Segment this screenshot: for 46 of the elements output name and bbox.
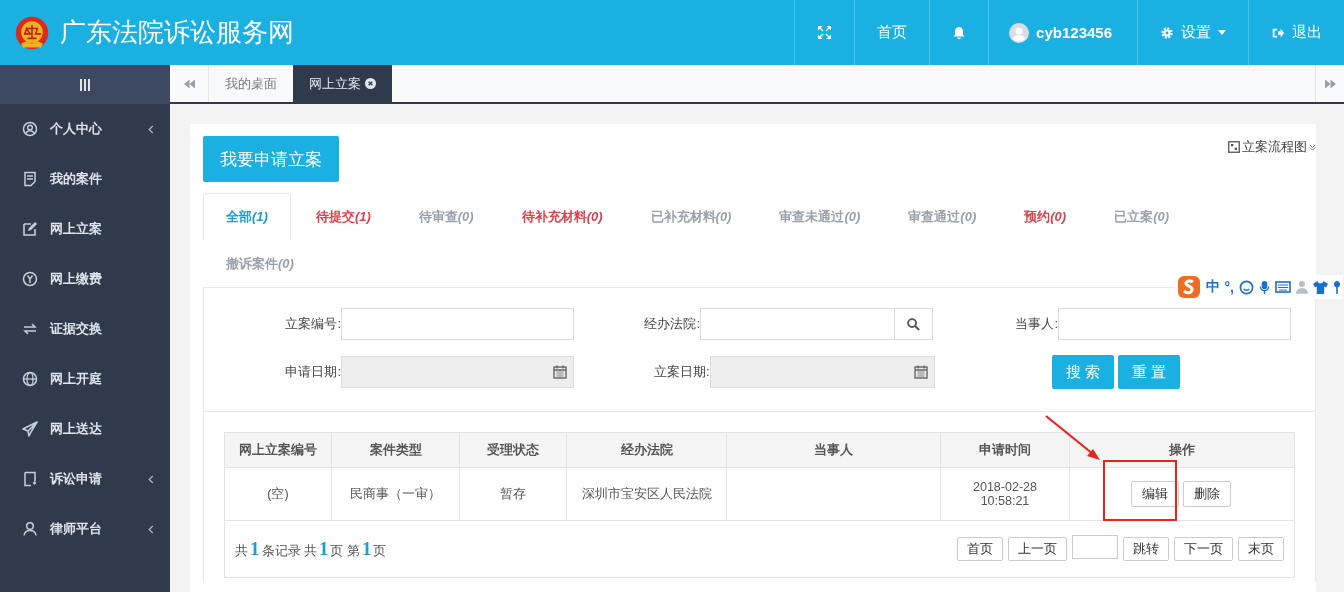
field-label: 当事人: bbox=[1014, 315, 1058, 333]
field-label: 经办法院: bbox=[643, 315, 700, 333]
sidebar-item[interactable]: 证据交换 bbox=[0, 304, 170, 354]
table-cell: 暂存 bbox=[459, 467, 567, 521]
table-cell: 2018-02-28 10:58:21 bbox=[940, 467, 1070, 521]
page-button[interactable]: 上一页 bbox=[1008, 537, 1067, 561]
column-header: 经办法院 bbox=[566, 432, 727, 468]
table-cell: (空) bbox=[224, 467, 332, 521]
status-tab[interactable]: 审查未通过(0) bbox=[756, 193, 884, 240]
status-tab[interactable]: 待补充材料(0) bbox=[498, 193, 626, 240]
ime-label: °, bbox=[1224, 279, 1234, 295]
status-tab[interactable]: 全部(1) bbox=[203, 193, 291, 240]
column-header: 受理状态 bbox=[459, 432, 567, 468]
field-label: 申请日期: bbox=[284, 363, 341, 381]
table-cell: 民商事（一审） bbox=[331, 467, 460, 521]
page-tab[interactable]: 网上立案 bbox=[293, 65, 392, 102]
edit-button[interactable]: 编辑 bbox=[1131, 481, 1179, 507]
page-button[interactable]: 末页 bbox=[1238, 537, 1284, 561]
pagination-summary: 共 1 条记录 共 1页 第 1页 bbox=[235, 538, 387, 560]
column-header: 申请时间 bbox=[940, 432, 1070, 468]
site-title: 广东法院诉讼服务网 bbox=[60, 16, 294, 49]
sidebar-item[interactable]: 网上开庭 bbox=[0, 354, 170, 404]
sidebar-item[interactable]: 网上立案 bbox=[0, 204, 170, 254]
status-tab[interactable]: 待提交(1) bbox=[292, 193, 394, 240]
sidebar-item[interactable]: 律师平台 bbox=[0, 504, 170, 554]
column-header: 操作 bbox=[1069, 432, 1295, 468]
field-label: 立案编号: bbox=[284, 315, 341, 333]
column-header: 网上立案编号 bbox=[224, 432, 332, 468]
page-button[interactable]: 首页 bbox=[957, 537, 1003, 561]
sidebar-item[interactable]: 我的案件 bbox=[0, 154, 170, 204]
sidebar-item[interactable]: 诉讼申请 bbox=[0, 454, 170, 504]
delete-button[interactable]: 删除 bbox=[1183, 481, 1231, 507]
sidebar-item[interactable]: 网上送达 bbox=[0, 404, 170, 454]
column-header: 当事人 bbox=[726, 432, 941, 468]
flow-chart-link[interactable]: 立案流程图 bbox=[1228, 138, 1316, 156]
page-button[interactable]: 跳转 bbox=[1123, 537, 1169, 561]
table-cell: 深圳市宝安区人民法院 bbox=[566, 467, 727, 521]
column-header: 案件类型 bbox=[331, 432, 460, 468]
input-method-toolbar[interactable]: 中 °, bbox=[1174, 275, 1343, 299]
status-tab[interactable]: 已补充材料(0) bbox=[627, 193, 755, 240]
ime-label: 中 bbox=[1205, 278, 1220, 296]
page-button[interactable]: 下一页 bbox=[1174, 537, 1233, 561]
sidebar-item[interactable]: 网上缴费 bbox=[0, 254, 170, 304]
status-tab[interactable]: 预约(0) bbox=[1001, 193, 1090, 240]
sidebar-item[interactable]: 个人中心 bbox=[0, 104, 170, 154]
field-label: 立案日期: bbox=[652, 363, 710, 381]
